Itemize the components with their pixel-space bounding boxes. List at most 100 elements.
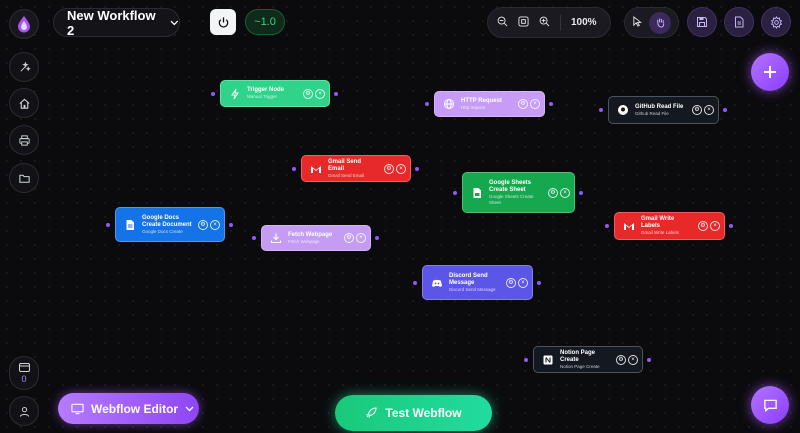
file-icon [735, 16, 744, 28]
discord-icon [431, 277, 443, 289]
gmail-icon [623, 220, 635, 232]
workflow-title-dropdown[interactable]: New Workflow 2 [53, 8, 180, 38]
node-delete-button[interactable]: × [704, 105, 714, 115]
node-input-port[interactable] [211, 91, 215, 96]
node-text: Google Docs Create Document Google Docs C… [142, 215, 192, 235]
node-delete-button[interactable]: × [356, 233, 366, 243]
sidebar-folder-button[interactable] [9, 163, 39, 193]
node-settings-button[interactable]: ⚙ [616, 354, 626, 365]
sidebar-print-button[interactable] [9, 125, 39, 155]
node-delete-button[interactable]: × [710, 221, 720, 231]
power-toggle-button[interactable] [210, 9, 236, 35]
app-logo[interactable] [9, 9, 39, 39]
node-output-port[interactable] [723, 108, 727, 112]
workflow-node[interactable]: Fetch Webpage Fetch Webpage ⚙ × [261, 225, 371, 251]
rocket-icon [366, 407, 377, 418]
node-output-port[interactable] [537, 280, 541, 285]
node-settings-button[interactable]: ⚙ [548, 187, 558, 198]
zoom-controls: 100% [487, 7, 611, 38]
globe-icon [443, 98, 455, 110]
node-delete-button[interactable]: × [560, 187, 570, 198]
node-settings-button[interactable]: ⚙ [344, 233, 354, 243]
node-input-port[interactable] [413, 280, 417, 285]
node-output-port[interactable] [415, 166, 419, 171]
node-delete-button[interactable]: × [315, 88, 325, 99]
user-profile-button[interactable] [9, 396, 39, 426]
chevron-down-icon [185, 406, 194, 411]
node-subtitle: Github Read File [635, 110, 669, 116]
workflow-node[interactable]: Discord Send Message Discord Send Message… [422, 265, 533, 300]
node-output-port[interactable] [579, 190, 583, 195]
editor-label: Webflow Editor [91, 401, 179, 416]
node-output-port[interactable] [647, 357, 651, 362]
zoom-in-button[interactable] [539, 16, 550, 30]
webflow-editor-dropdown[interactable]: Webflow Editor [58, 393, 199, 424]
node-settings-button[interactable]: ⚙ [303, 88, 313, 99]
sidebar-home-button[interactable] [9, 88, 39, 118]
workflow-node[interactable]: HTTP Request Http request ⚙ × [434, 91, 545, 117]
node-controls: ⚙ × [506, 277, 528, 288]
node-title: Gmail Write Labels [641, 216, 675, 229]
save-icon [697, 17, 707, 27]
node-delete-button[interactable]: × [530, 99, 540, 109]
zoom-in-icon [539, 16, 550, 26]
zoom-level[interactable]: 100% [571, 17, 597, 28]
settings-button[interactable] [761, 7, 791, 37]
add-node-button[interactable] [751, 53, 789, 91]
node-input-port[interactable] [524, 357, 528, 362]
workflow-node[interactable]: Google Sheets Create Sheet Google Sheets … [462, 172, 575, 213]
pan-tool-button[interactable] [649, 11, 671, 34]
save-button[interactable] [687, 7, 717, 37]
node-title: Google Sheets Create Sheet [489, 179, 532, 193]
node-settings-button[interactable]: ⚙ [506, 277, 516, 288]
test-webflow-button[interactable]: Test Webflow [335, 395, 492, 431]
workflow-node[interactable]: Gmail Send Email Gmail Send Email ⚙ × [301, 155, 411, 182]
node-output-port[interactable] [229, 222, 233, 227]
node-input-port[interactable] [252, 236, 256, 240]
workflow-node[interactable]: Trigger Node Manual Trigger ⚙ × [220, 80, 330, 107]
workflow-node[interactable]: Google Docs Create Document Google Docs C… [115, 207, 225, 242]
node-input-port[interactable] [106, 222, 110, 227]
download-icon [270, 232, 282, 244]
node-output-port[interactable] [729, 224, 733, 228]
chat-button[interactable] [751, 386, 789, 424]
fit-view-button[interactable] [518, 15, 529, 30]
chevron-down-icon [170, 20, 179, 25]
zoom-out-button[interactable] [497, 16, 508, 30]
sparkles-icon [19, 60, 31, 72]
node-settings-button[interactable]: ⚙ [692, 105, 702, 115]
node-settings-button[interactable]: ⚙ [198, 219, 208, 230]
node-input-port[interactable] [292, 166, 296, 171]
folder-icon [18, 174, 30, 183]
node-settings-button[interactable]: ⚙ [518, 99, 528, 109]
node-settings-button[interactable]: ⚙ [698, 221, 708, 231]
node-controls: ⚙ × [698, 221, 720, 231]
node-delete-button[interactable]: × [210, 219, 220, 230]
node-input-port[interactable] [425, 102, 429, 106]
node-settings-button[interactable]: ⚙ [384, 163, 394, 174]
workflow-node[interactable]: Notion Page Create Notion Page Create ⚙ × [533, 346, 643, 373]
node-controls: ⚙ × [303, 88, 325, 99]
node-text: Fetch Webpage Fetch Webpage [288, 232, 338, 245]
node-delete-button[interactable]: × [518, 277, 528, 288]
power-icon [218, 16, 228, 28]
node-output-port[interactable] [375, 236, 379, 240]
document-button[interactable] [724, 7, 754, 37]
select-tool-button[interactable] [632, 14, 643, 32]
home-icon [18, 98, 30, 109]
workflow-node[interactable]: GitHub Read File Github Read File ⚙ × [608, 96, 719, 124]
node-output-port[interactable] [549, 102, 553, 106]
sidebar-counter-button[interactable]: 0 [9, 356, 39, 390]
sidebar-magic-button[interactable] [9, 52, 39, 82]
node-input-port[interactable] [453, 190, 457, 195]
node-text: GitHub Read File Github Read File [635, 104, 686, 117]
node-input-port[interactable] [599, 108, 603, 112]
workflow-node[interactable]: Gmail Write Labels Gmail Write Labels ⚙ × [614, 212, 725, 240]
node-delete-button[interactable]: × [628, 354, 638, 365]
node-title: HTTP Request [461, 97, 502, 104]
node-output-port[interactable] [334, 91, 338, 96]
node-input-port[interactable] [605, 224, 609, 228]
monitor-icon [71, 403, 84, 414]
node-delete-button[interactable]: × [396, 163, 406, 174]
printer-icon [18, 134, 30, 146]
